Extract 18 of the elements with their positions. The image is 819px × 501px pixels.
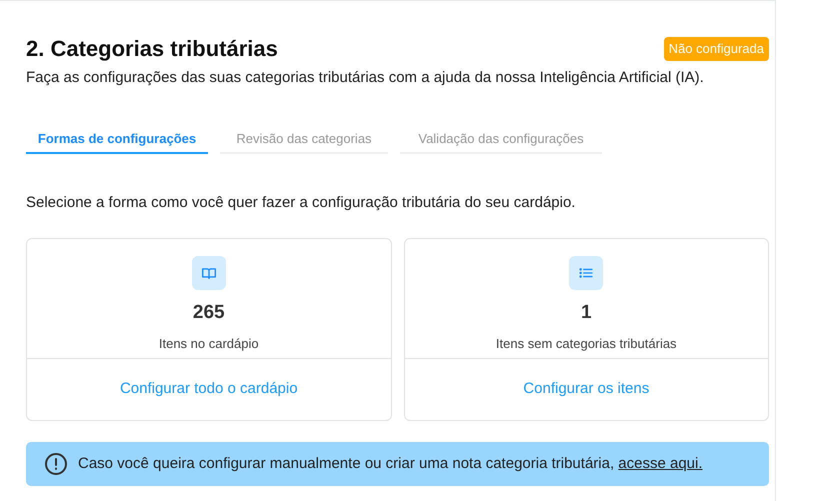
tab[interactable]: Formas de configurações [26, 126, 208, 154]
alert-message: Caso você queira configurar manualmente ou criar uma nota categoria tributária, [78, 454, 614, 472]
configure-link[interactable]: Configurar os itens [523, 378, 650, 401]
status-badge: Não configurada [664, 37, 769, 61]
access-link[interactable]: acesse aqui. [618, 454, 703, 472]
tab[interactable]: Validação das configurações [400, 126, 602, 154]
exclamation-icon [44, 452, 68, 476]
instruction-text: Selecione a forma como você quer fazer a configuração tributária do seu cardápio. [26, 192, 576, 212]
tab[interactable]: Revisão das categorias [220, 126, 388, 154]
section-description: Faça as configurações das suas categorias tributárias com a ajuda da nossa Inteligência Artificial (IA). [26, 68, 705, 88]
count-label: Itens no cardápio [158, 334, 259, 353]
section-title: 2. Categorias tributárias [26, 35, 278, 63]
list-icon [569, 256, 604, 290]
count-label: Itens sem categorias tributárias [496, 334, 677, 353]
item-count: 1 [580, 301, 592, 325]
configure-link[interactable]: Configurar todo o cardápio [120, 378, 298, 401]
item-count: 265 [192, 301, 225, 325]
book-icon [192, 256, 226, 290]
